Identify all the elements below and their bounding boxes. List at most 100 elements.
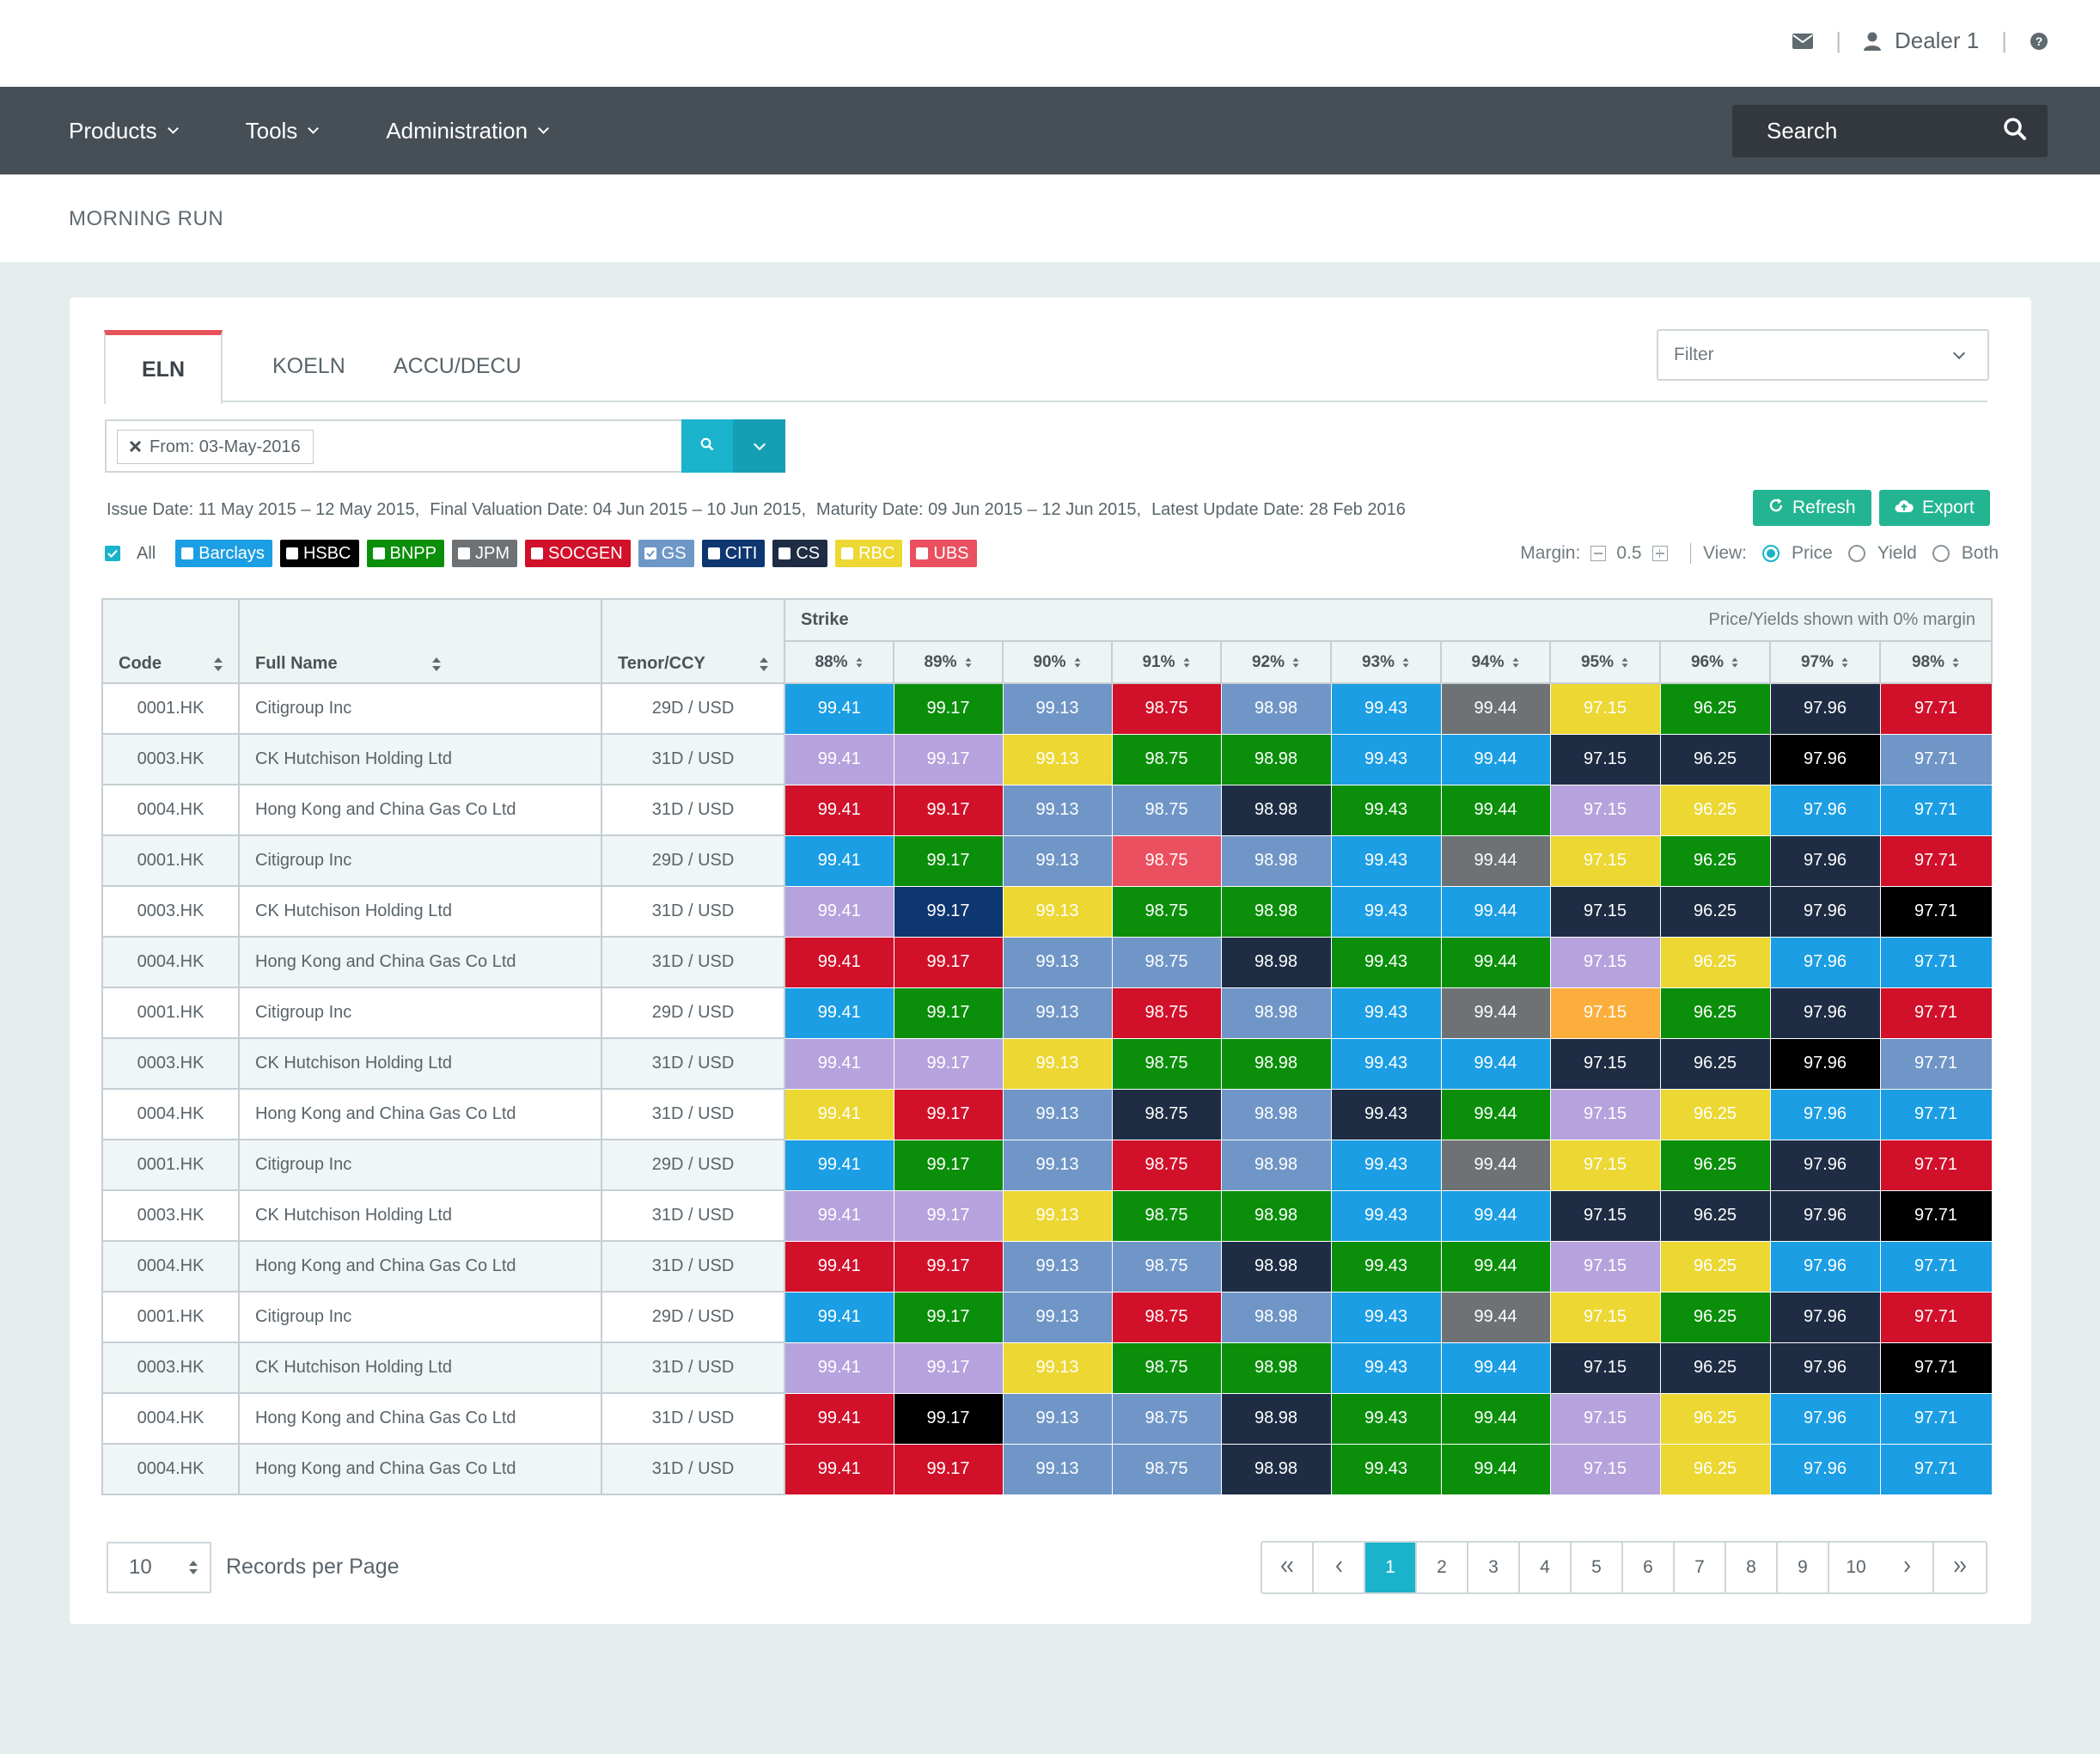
all-checkbox[interactable] [105, 546, 120, 561]
table-row[interactable]: 0001.HK Citigroup Inc 29D / USD 99.41 99.17 9… [101, 834, 1993, 887]
price-cell[interactable]: 99.43 [1330, 682, 1442, 735]
col-tenor[interactable]: Tenor/CCY [601, 598, 785, 684]
search-icon[interactable] [2003, 117, 2027, 145]
price-cell[interactable]: 97.71 [1879, 682, 1993, 735]
bank-filter-socgen[interactable]: SOCGEN [524, 540, 631, 567]
search-input[interactable] [1767, 118, 2003, 144]
query-dropdown-button[interactable] [733, 419, 785, 473]
col-strike[interactable]: 94% [1440, 640, 1551, 684]
price-cell[interactable]: 98.98 [1220, 1139, 1332, 1191]
price-cell[interactable]: 97.71 [1879, 885, 1993, 938]
col-strike[interactable]: 95% [1549, 640, 1661, 684]
price-cell[interactable]: 99.13 [1002, 682, 1113, 735]
price-cell[interactable]: 99.17 [893, 987, 1004, 1039]
price-cell[interactable]: 99.41 [784, 1240, 894, 1293]
price-cell[interactable]: 97.96 [1769, 733, 1881, 785]
price-cell[interactable]: 97.96 [1769, 1189, 1881, 1242]
price-cell[interactable]: 99.13 [1002, 1037, 1113, 1090]
col-strike[interactable]: 89% [893, 640, 1004, 684]
price-cell[interactable]: 99.44 [1440, 1240, 1551, 1293]
page-7-button[interactable]: 7 [1675, 1543, 1726, 1592]
price-cell[interactable]: 99.43 [1330, 784, 1442, 836]
price-cell[interactable]: 99.44 [1440, 1189, 1551, 1242]
refresh-button[interactable]: Refresh [1753, 490, 1871, 526]
price-cell[interactable]: 98.75 [1111, 1088, 1222, 1140]
price-cell[interactable]: 98.75 [1111, 1139, 1222, 1191]
price-cell[interactable]: 98.98 [1220, 987, 1332, 1039]
price-cell[interactable]: 96.25 [1659, 987, 1771, 1039]
close-icon[interactable] [129, 437, 142, 457]
price-cell[interactable]: 99.44 [1440, 834, 1551, 887]
price-cell[interactable]: 97.15 [1549, 682, 1661, 735]
price-cell[interactable]: 97.96 [1769, 1341, 1881, 1394]
price-cell[interactable]: 98.98 [1220, 1443, 1332, 1495]
price-cell[interactable]: 99.41 [784, 1189, 894, 1242]
page-10-button[interactable]: 10 [1829, 1543, 1883, 1592]
price-cell[interactable]: 99.43 [1330, 1341, 1442, 1394]
price-cell[interactable]: 98.75 [1111, 885, 1222, 938]
price-cell[interactable]: 99.17 [893, 1240, 1004, 1293]
col-strike[interactable]: 96% [1659, 640, 1771, 684]
price-cell[interactable]: 98.75 [1111, 1443, 1222, 1495]
col-strike[interactable]: 88% [784, 640, 894, 684]
table-row[interactable]: 0004.HK Hong Kong and China Gas Co Ltd 31D… [101, 1392, 1993, 1445]
price-cell[interactable]: 97.71 [1879, 1291, 1993, 1343]
price-cell[interactable]: 97.96 [1769, 1240, 1881, 1293]
page-6-button[interactable]: 6 [1623, 1543, 1675, 1592]
price-cell[interactable]: 99.13 [1002, 1291, 1113, 1343]
bank-filter-barclays[interactable]: Barclays [175, 540, 272, 567]
price-cell[interactable]: 97.15 [1549, 885, 1661, 938]
price-cell[interactable]: 96.25 [1659, 936, 1771, 988]
price-cell[interactable]: 97.15 [1549, 784, 1661, 836]
price-cell[interactable]: 97.71 [1879, 834, 1993, 887]
price-cell[interactable]: 99.17 [893, 1392, 1004, 1445]
price-cell[interactable]: 97.96 [1769, 1443, 1881, 1495]
price-cell[interactable]: 99.43 [1330, 834, 1442, 887]
price-cell[interactable]: 99.13 [1002, 987, 1113, 1039]
price-cell[interactable]: 97.96 [1769, 682, 1881, 735]
price-cell[interactable]: 96.25 [1659, 682, 1771, 735]
price-cell[interactable]: 97.71 [1879, 1088, 1993, 1140]
price-cell[interactable]: 99.43 [1330, 1139, 1442, 1191]
price-cell[interactable]: 99.41 [784, 682, 894, 735]
price-cell[interactable]: 98.75 [1111, 1392, 1222, 1445]
price-cell[interactable]: 96.25 [1659, 1291, 1771, 1343]
bank-filter-ubs[interactable]: UBS [910, 540, 977, 567]
price-cell[interactable]: 99.43 [1330, 1088, 1442, 1140]
price-cell[interactable]: 96.25 [1659, 1341, 1771, 1394]
price-cell[interactable]: 98.98 [1220, 784, 1332, 836]
price-cell[interactable]: 99.13 [1002, 1341, 1113, 1394]
price-cell[interactable]: 97.71 [1879, 1392, 1993, 1445]
price-cell[interactable]: 99.43 [1330, 1189, 1442, 1242]
table-row[interactable]: 0003.HK CK Hutchison Holding Ltd 31D / USD… [101, 733, 1993, 785]
price-cell[interactable]: 98.75 [1111, 784, 1222, 836]
price-cell[interactable]: 99.44 [1440, 1341, 1551, 1394]
price-cell[interactable]: 99.44 [1440, 1291, 1551, 1343]
bank-filter-gs[interactable]: GS [638, 540, 694, 567]
view-yield-radio[interactable] [1847, 545, 1865, 562]
table-row[interactable]: 0004.HK Hong Kong and China Gas Co Ltd 31D… [101, 1443, 1993, 1495]
col-code[interactable]: Code [101, 598, 240, 684]
price-cell[interactable]: 99.13 [1002, 1392, 1113, 1445]
price-cell[interactable]: 99.13 [1002, 1443, 1113, 1495]
price-cell[interactable]: 97.15 [1549, 834, 1661, 887]
price-cell[interactable]: 99.17 [893, 936, 1004, 988]
price-cell[interactable]: 99.41 [784, 733, 894, 785]
price-cell[interactable]: 98.75 [1111, 1037, 1222, 1090]
help-circle-icon[interactable]: ? [2030, 32, 2048, 51]
price-cell[interactable]: 98.98 [1220, 733, 1332, 785]
price-cell[interactable]: 98.75 [1111, 682, 1222, 735]
price-cell[interactable]: 97.71 [1879, 936, 1993, 988]
price-cell[interactable]: 96.25 [1659, 834, 1771, 887]
price-cell[interactable]: 98.98 [1220, 885, 1332, 938]
price-cell[interactable]: 97.15 [1549, 936, 1661, 988]
col-strike[interactable]: 90% [1002, 640, 1113, 684]
price-cell[interactable]: 99.43 [1330, 733, 1442, 785]
price-cell[interactable]: 99.13 [1002, 1139, 1113, 1191]
col-strike[interactable]: 91% [1111, 640, 1222, 684]
last-page-button[interactable] [1934, 1543, 1986, 1592]
price-cell[interactable]: 97.96 [1769, 834, 1881, 887]
price-cell[interactable]: 98.98 [1220, 834, 1332, 887]
menu-products[interactable]: Products [69, 118, 179, 144]
tab-accu-decu[interactable]: ACCU/DECU [357, 330, 558, 402]
